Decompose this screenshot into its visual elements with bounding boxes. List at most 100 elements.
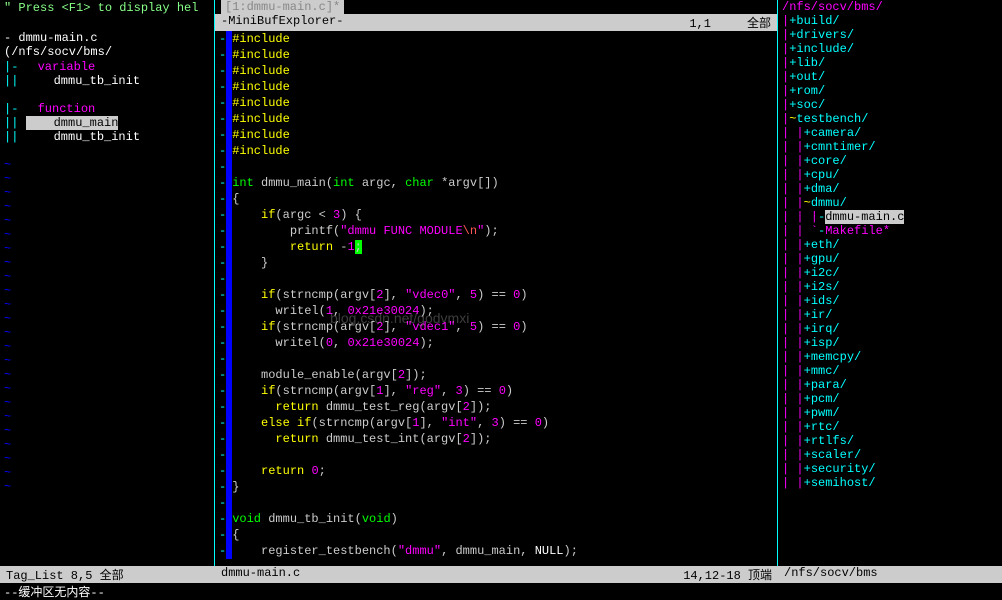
- taglist-panel[interactable]: " Press <F1> to display hel - dmmu-main.…: [0, 0, 215, 566]
- code-line[interactable]: - #include: [215, 31, 777, 47]
- nerdtree-item[interactable]: | |+rtc/: [778, 420, 1002, 434]
- code-line[interactable]: - int dmmu_main(int argc, char *argv[]): [215, 175, 777, 191]
- empty-line: ~: [0, 200, 214, 214]
- nerdtree-item[interactable]: |+rom/: [778, 84, 1002, 98]
- code-line[interactable]: - register_testbench("dmmu", dmmu_main, …: [215, 543, 777, 559]
- taglist-group[interactable]: |- function: [0, 102, 214, 116]
- nerdtree-item[interactable]: | |+i2c/: [778, 266, 1002, 280]
- code-line[interactable]: - #include: [215, 127, 777, 143]
- buffer-tab[interactable]: [1:dmmu-main.c]*: [221, 0, 344, 14]
- nerdtree-item[interactable]: | |~dmmu/: [778, 196, 1002, 210]
- nerdtree-item[interactable]: | |+scaler/: [778, 448, 1002, 462]
- blank: [0, 16, 214, 30]
- code-line[interactable]: - #include: [215, 63, 777, 79]
- editor-panel[interactable]: [1:dmmu-main.c]* -MiniBufExplorer- 1,1 全…: [215, 0, 778, 566]
- code-line[interactable]: - if(strncmp(argv[1], "reg", 3) == 0): [215, 383, 777, 399]
- empty-line: ~: [0, 186, 214, 200]
- code-line[interactable]: - if(strncmp(argv[2], "vdec0", 5) == 0): [215, 287, 777, 303]
- nerdtree-item[interactable]: | |+ir/: [778, 308, 1002, 322]
- nerdtree-item[interactable]: |+lib/: [778, 56, 1002, 70]
- empty-line: ~: [0, 242, 214, 256]
- code-line[interactable]: - if(strncmp(argv[2], "vdec1", 5) == 0): [215, 319, 777, 335]
- code-line[interactable]: -: [215, 447, 777, 463]
- help-hint: " Press <F1> to display hel: [0, 0, 214, 16]
- nerdtree-item[interactable]: | |+pcm/: [778, 392, 1002, 406]
- nerdtree-item[interactable]: | | `-Makefile*: [778, 224, 1002, 238]
- nerdtree-item[interactable]: | |+dma/: [778, 182, 1002, 196]
- empty-line: ~: [0, 424, 214, 438]
- nerdtree-item[interactable]: | |+memcpy/: [778, 350, 1002, 364]
- code-line[interactable]: -: [215, 351, 777, 367]
- nerdtree-item[interactable]: | |+gpu/: [778, 252, 1002, 266]
- code-line[interactable]: - #include: [215, 143, 777, 159]
- empty-line: ~: [0, 158, 214, 172]
- code-line[interactable]: - #include: [215, 111, 777, 127]
- empty-line: ~: [0, 312, 214, 326]
- code-line[interactable]: - if(argc < 3) {: [215, 207, 777, 223]
- code-line[interactable]: - #include: [215, 47, 777, 63]
- empty-line: ~: [0, 438, 214, 452]
- code-line[interactable]: - }: [215, 255, 777, 271]
- code-line[interactable]: - }: [215, 479, 777, 495]
- code-line[interactable]: - {: [215, 527, 777, 543]
- code-line[interactable]: - writel(0, 0x21e30024);: [215, 335, 777, 351]
- nerdtree-item[interactable]: |+soc/: [778, 98, 1002, 112]
- minibuf-tab-bar[interactable]: [1:dmmu-main.c]*: [215, 0, 777, 14]
- taglist-item[interactable]: || dmmu_main: [0, 116, 214, 130]
- nerdtree-root[interactable]: /nfs/socv/bms/: [778, 0, 1002, 14]
- nerdtree-item[interactable]: | | |-dmmu-main.c: [778, 210, 1002, 224]
- nerdtree-item[interactable]: | |+ids/: [778, 294, 1002, 308]
- nerdtree-item[interactable]: | |+security/: [778, 462, 1002, 476]
- empty-line: ~: [0, 298, 214, 312]
- nerdtree-item[interactable]: | |+pwm/: [778, 406, 1002, 420]
- nerdtree-item[interactable]: | |+semihost/: [778, 476, 1002, 490]
- nerdtree-item[interactable]: | |+camera/: [778, 126, 1002, 140]
- code-line[interactable]: - return 0;: [215, 463, 777, 479]
- code-area[interactable]: - #include - #include - #include - #incl…: [215, 31, 777, 566]
- empty-line: ~: [0, 368, 214, 382]
- empty-line: ~: [0, 480, 214, 494]
- empty-line: ~: [0, 340, 214, 354]
- taglist-item[interactable]: || dmmu_tb_init: [0, 74, 214, 88]
- nerdtree-item[interactable]: | |+mmc/: [778, 364, 1002, 378]
- nerdtree-item[interactable]: | |+cmntimer/: [778, 140, 1002, 154]
- code-line[interactable]: - printf("dmmu FUNC MODULE\n");: [215, 223, 777, 239]
- empty-line: ~: [0, 326, 214, 340]
- empty-line: ~: [0, 228, 214, 242]
- code-line[interactable]: -: [215, 271, 777, 287]
- command-line[interactable]: --缓冲区无内容--: [0, 583, 1002, 600]
- nerdtree-item[interactable]: |~testbench/: [778, 112, 1002, 126]
- nerdtree-item[interactable]: | |+isp/: [778, 336, 1002, 350]
- nerdtree-item[interactable]: |+drivers/: [778, 28, 1002, 42]
- nerdtree-panel[interactable]: /nfs/socv/bms/ |+build/|+drivers/|+inclu…: [778, 0, 1002, 566]
- nerdtree-item[interactable]: | |+irq/: [778, 322, 1002, 336]
- empty-line: ~: [0, 452, 214, 466]
- code-line[interactable]: - #include: [215, 95, 777, 111]
- code-line[interactable]: - else if(strncmp(argv[1], "int", 3) == …: [215, 415, 777, 431]
- taglist-group[interactable]: |- variable: [0, 60, 214, 74]
- code-line[interactable]: - return -1;: [215, 239, 777, 255]
- code-line[interactable]: - #include: [215, 79, 777, 95]
- nerdtree-item[interactable]: |+out/: [778, 70, 1002, 84]
- nerdtree-item[interactable]: | |+i2s/: [778, 280, 1002, 294]
- code-line[interactable]: - writel(1, 0x21e30024);: [215, 303, 777, 319]
- code-line[interactable]: - return dmmu_test_reg(argv[2]);: [215, 399, 777, 415]
- empty-line: ~: [0, 172, 214, 186]
- nerdtree-item[interactable]: |+build/: [778, 14, 1002, 28]
- code-line[interactable]: - void dmmu_tb_init(void): [215, 511, 777, 527]
- nerdtree-item[interactable]: |+include/: [778, 42, 1002, 56]
- code-line[interactable]: - {: [215, 191, 777, 207]
- taglist-item[interactable]: || dmmu_tb_init: [0, 130, 214, 144]
- nerdtree-item[interactable]: | |+rtlfs/: [778, 434, 1002, 448]
- code-line[interactable]: -: [215, 495, 777, 511]
- nerdtree-item[interactable]: | |+para/: [778, 378, 1002, 392]
- nerdtree-item[interactable]: | |+cpu/: [778, 168, 1002, 182]
- taglist-file-header: - dmmu-main.c (/nfs/socv/bms/: [0, 30, 214, 60]
- nerdtree-item[interactable]: | |+eth/: [778, 238, 1002, 252]
- nerdtree-item[interactable]: | |+core/: [778, 154, 1002, 168]
- code-line[interactable]: - module_enable(argv[2]);: [215, 367, 777, 383]
- code-line[interactable]: - return dmmu_test_int(argv[2]);: [215, 431, 777, 447]
- minibuf-status: -MiniBufExplorer- 1,1 全部: [215, 14, 777, 31]
- empty-line: ~: [0, 256, 214, 270]
- code-line[interactable]: -: [215, 159, 777, 175]
